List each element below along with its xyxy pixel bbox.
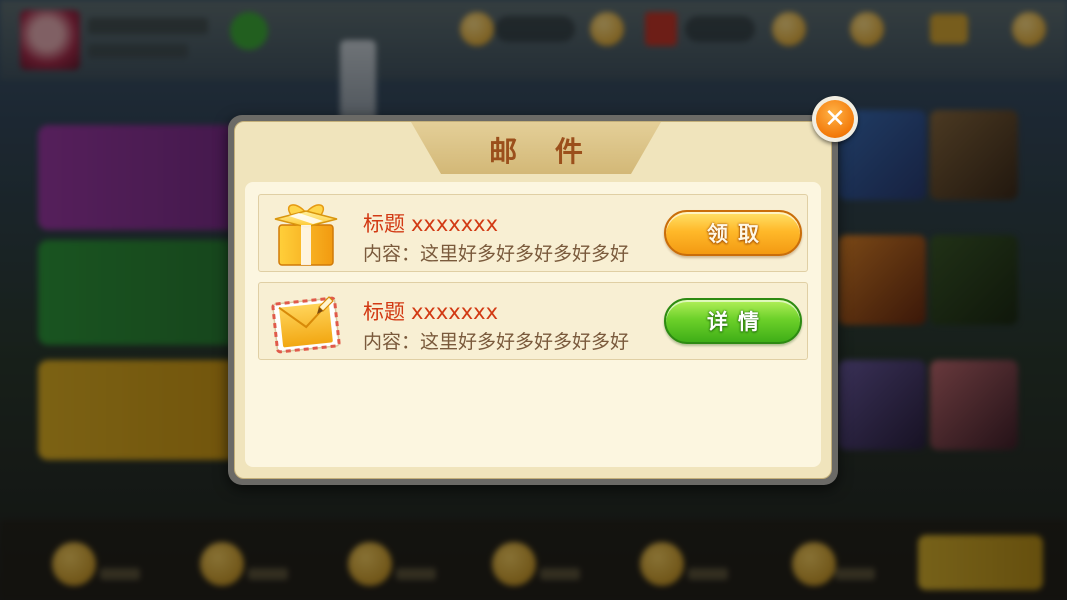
dialog-title: 邮 件: [489, 135, 597, 168]
mail-content: 内容：这里好多好多好多好多好: [363, 243, 630, 265]
list-item: 标题 xxxxxxx 内容：这里好多好多好多好多好 详情: [258, 282, 808, 360]
mail-dialog: 邮 件 标题 xxxxxxx 内容：这里好多好多好多好多好 领取 标题 xxxx…: [228, 115, 838, 485]
envelope-icon: [271, 296, 341, 354]
gift-box-icon: [274, 204, 338, 266]
mail-title-label: 标题: [363, 212, 405, 236]
mail-dialog-body: 邮 件 标题 xxxxxxx 内容：这里好多好多好多好多好 领取 标题 xxxx…: [234, 121, 832, 479]
list-item: 标题 xxxxxxx 内容：这里好多好多好多好多好 领取: [258, 194, 808, 272]
claim-button[interactable]: 领取: [664, 210, 802, 256]
mail-title-value: xxxxxxx: [411, 212, 498, 236]
details-button[interactable]: 详情: [664, 298, 802, 344]
mail-title-label: 标题: [363, 300, 405, 324]
mail-content: 内容：这里好多好多好多好多好: [363, 331, 630, 353]
close-button[interactable]: ✕: [812, 96, 858, 142]
mail-list: 标题 xxxxxxx 内容：这里好多好多好多好多好 领取 标题 xxxxxxx …: [245, 182, 821, 467]
mail-title-value: xxxxxxx: [411, 300, 498, 324]
close-icon: ✕: [816, 100, 854, 138]
